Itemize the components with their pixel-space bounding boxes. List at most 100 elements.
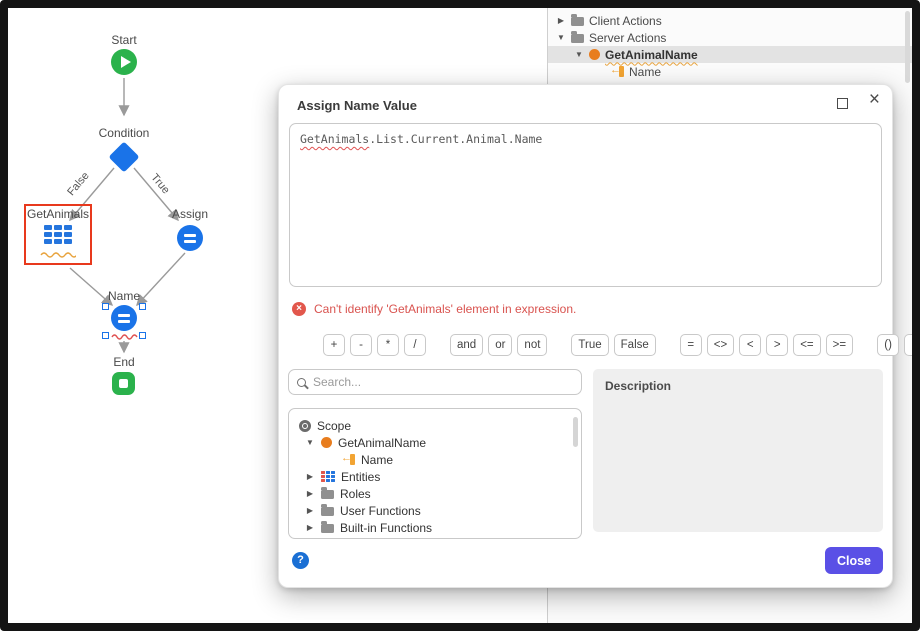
name-error-squiggle	[111, 333, 139, 340]
getanimals-warning-squiggle	[40, 251, 76, 258]
tree-item-label: Server Actions	[589, 31, 666, 45]
scope-tree-item-scope[interactable]: Scope	[289, 417, 581, 434]
panel-scrollbar[interactable]	[905, 11, 910, 83]
caret-collapsed-icon[interactable]: ▶	[556, 16, 566, 25]
getanimals-aggregate-node[interactable]	[44, 225, 72, 244]
arithmetic-group: + - * /	[323, 334, 426, 356]
tree-item-label: Name	[629, 65, 661, 79]
op-multiply-button[interactable]: *	[377, 334, 399, 356]
end-node-label: End	[84, 355, 164, 369]
scope-tree-item-user-functions[interactable]: ▶ User Functions	[289, 502, 581, 519]
tree-item-client-actions[interactable]: ▶ Client Actions	[548, 12, 912, 29]
op-parens-button[interactable]: ()	[877, 334, 899, 356]
scope-tree-item-entities[interactable]: ▶ Entities	[289, 468, 581, 485]
scope-icon	[299, 420, 311, 432]
caret-collapsed-icon[interactable]: ▶	[305, 489, 315, 498]
selection-handle[interactable]	[139, 303, 146, 310]
logic-group: and or not	[450, 334, 547, 356]
caret-collapsed-icon[interactable]: ▶	[305, 506, 315, 515]
name-node-label: Name	[84, 289, 164, 303]
selection-handle[interactable]	[102, 332, 109, 339]
caret-expanded-icon[interactable]: ▼	[574, 50, 584, 59]
close-button[interactable]: Close	[825, 547, 883, 574]
op-plus-button[interactable]: +	[323, 334, 345, 356]
assign-value-dialog: Assign Name Value × GetAnimals.List.Curr…	[278, 84, 893, 588]
folder-icon	[321, 507, 334, 516]
expression-rest: .List.Current.Animal.Name	[369, 132, 542, 146]
description-panel: Description	[593, 369, 883, 532]
error-message-row: × Can't identify 'GetAnimals' element in…	[292, 302, 576, 316]
tree-item-label: GetAnimalName	[338, 436, 426, 450]
op-false-button[interactable]: False	[614, 334, 656, 356]
selection-handle[interactable]	[139, 332, 146, 339]
tree-item-label: Built-in Functions	[340, 521, 432, 535]
getanimals-node-label: GetAnimals	[18, 207, 98, 221]
tree-item-server-actions[interactable]: ▼ Server Actions	[548, 29, 912, 46]
maximize-icon[interactable]	[837, 98, 848, 109]
assign-node-label: Assign	[150, 207, 230, 221]
close-icon[interactable]: ×	[869, 89, 880, 111]
error-message: Can't identify 'GetAnimals' element in e…	[314, 302, 576, 316]
comparison-group: = <> < > <= >=	[680, 334, 853, 356]
help-icon[interactable]: ?	[292, 552, 309, 569]
end-node[interactable]	[112, 372, 135, 395]
input-parameter-icon: ←	[341, 454, 355, 465]
op-less-button[interactable]: <	[739, 334, 761, 356]
boolean-group: True False	[571, 334, 655, 356]
assign-node[interactable]	[177, 225, 203, 251]
tree-item-label: GetAnimalName	[605, 48, 698, 62]
folder-icon	[571, 34, 584, 43]
input-parameter-icon: ←	[610, 66, 624, 77]
op-greater-button[interactable]: >	[766, 334, 788, 356]
op-minus-button[interactable]: -	[350, 334, 372, 356]
name-assign-node[interactable]	[111, 305, 137, 331]
scope-search	[288, 369, 582, 395]
search-input[interactable]	[313, 375, 573, 389]
op-squarebrackets-button[interactable]: []	[904, 334, 920, 356]
brackets-group: () []	[877, 334, 920, 356]
server-action-icon	[589, 49, 600, 60]
op-equals-button[interactable]: =	[680, 334, 702, 356]
op-greaterequal-button[interactable]: >=	[826, 334, 853, 356]
op-divide-button[interactable]: /	[404, 334, 426, 356]
folder-icon	[321, 524, 334, 533]
folder-icon	[571, 17, 584, 26]
app-window: Start Condition False True GetAnimals As…	[0, 0, 920, 631]
op-true-button[interactable]: True	[571, 334, 608, 356]
scope-tree-item-getanimalname[interactable]: ▼ GetAnimalName	[289, 434, 581, 451]
tree-item-label: Scope	[317, 419, 351, 433]
tree-item-label: Client Actions	[589, 14, 662, 28]
tree-item-name-param[interactable]: ← Name	[548, 63, 912, 80]
error-icon: ×	[292, 302, 306, 316]
tree-scrollbar[interactable]	[573, 417, 578, 447]
caret-collapsed-icon[interactable]: ▶	[305, 523, 315, 532]
server-action-icon	[321, 437, 332, 448]
tree-item-label: Roles	[340, 487, 371, 501]
caret-collapsed-icon[interactable]: ▶	[305, 472, 315, 481]
description-label: Description	[605, 379, 871, 393]
op-not-button[interactable]: not	[517, 334, 547, 356]
tree-item-label: Entities	[341, 470, 380, 484]
operator-toolbar: + - * / and or not True False = <> < > <…	[323, 334, 920, 356]
start-node[interactable]	[111, 49, 137, 75]
expression-error-token: GetAnimals	[300, 132, 369, 146]
entities-icon	[321, 471, 335, 482]
op-and-button[interactable]: and	[450, 334, 483, 356]
expression-editor[interactable]: GetAnimals.List.Current.Animal.Name	[289, 123, 882, 287]
scope-tree-item-name[interactable]: ← Name	[289, 451, 581, 468]
search-icon	[297, 378, 306, 387]
op-or-button[interactable]: or	[488, 334, 512, 356]
caret-expanded-icon[interactable]: ▼	[305, 438, 315, 447]
caret-expanded-icon[interactable]: ▼	[556, 33, 566, 42]
dialog-title: Assign Name Value	[297, 98, 417, 113]
start-node-label: Start	[84, 33, 164, 47]
tree-item-getanimalname[interactable]: ▼ GetAnimalName	[548, 46, 912, 63]
op-lessequal-button[interactable]: <=	[793, 334, 820, 356]
scope-tree-item-roles[interactable]: ▶ Roles	[289, 485, 581, 502]
op-notequal-button[interactable]: <>	[707, 334, 734, 356]
tree-item-label: User Functions	[340, 504, 421, 518]
selection-handle[interactable]	[102, 303, 109, 310]
play-icon	[121, 56, 131, 68]
scope-tree-item-builtin-functions[interactable]: ▶ Built-in Functions	[289, 519, 581, 536]
scope-tree: Scope ▼ GetAnimalName ← Name ▶ Entities …	[288, 408, 582, 539]
